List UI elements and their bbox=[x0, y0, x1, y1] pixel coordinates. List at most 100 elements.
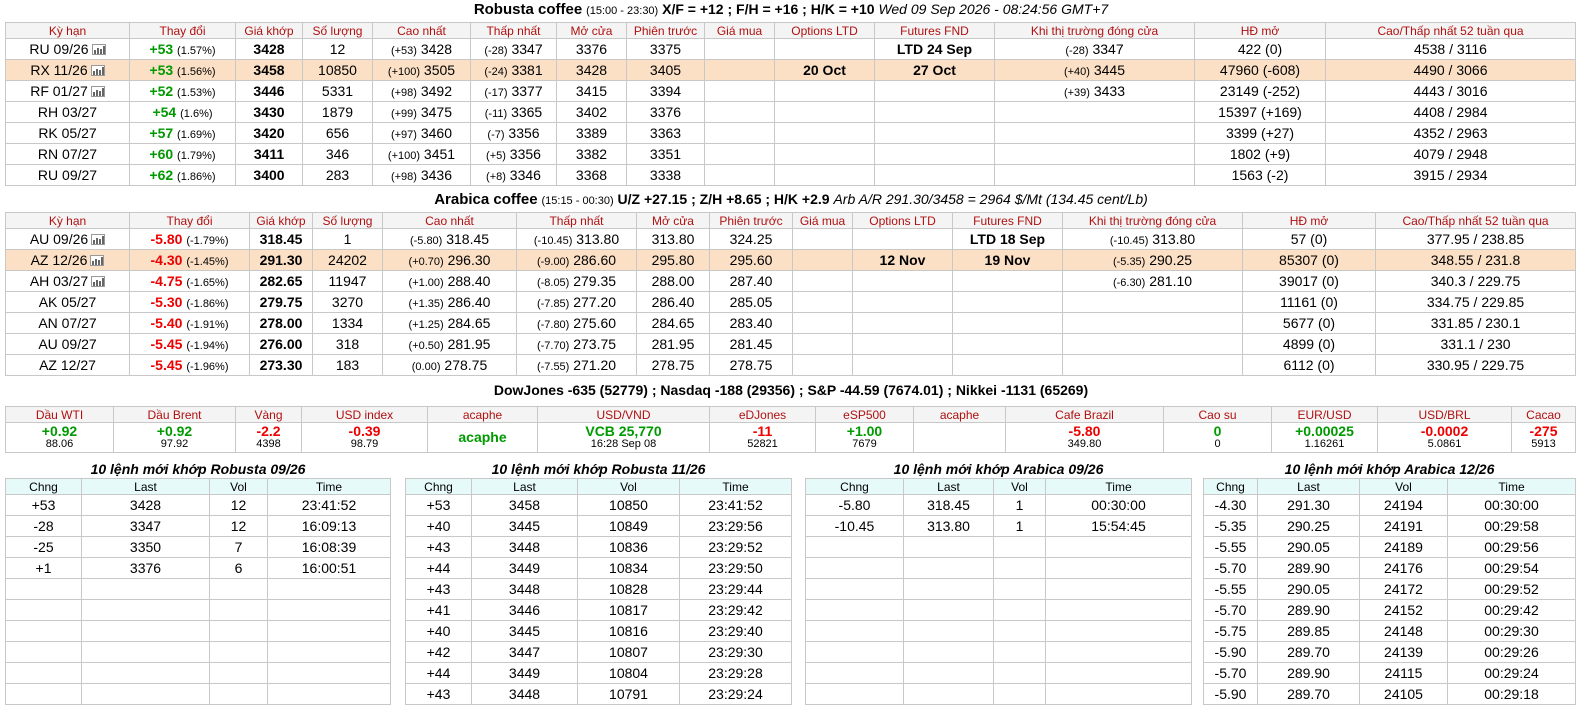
contract-row[interactable]: RH 03/27 +54 (1.6%) 3430 1879 (+99) 3475 (-11… bbox=[5, 101, 1576, 123]
bar-chart-icon[interactable] bbox=[91, 276, 106, 287]
contract-row[interactable]: AN 07/27 -5.40 (-1.91%) 278.00 1334 (+1.25) … bbox=[5, 312, 1576, 334]
open-price: 295.80 bbox=[636, 249, 710, 271]
price-change: -5.30 (-1.86%) bbox=[129, 291, 250, 313]
last-price: 279.75 bbox=[249, 291, 313, 313]
contract-term[interactable]: AZ 12/27 bbox=[5, 354, 130, 376]
bar-chart-icon[interactable] bbox=[90, 86, 105, 97]
trade-volume: 24194 bbox=[1359, 494, 1448, 516]
contract-term-label: AU 09/26 bbox=[29, 231, 89, 247]
contract-term[interactable]: RX 11/26 bbox=[5, 59, 130, 81]
contract-term[interactable]: AN 07/27 bbox=[5, 312, 130, 334]
market-close-price-delta: (-5.35) bbox=[1112, 256, 1146, 268]
high-price: (+53) 3428 bbox=[372, 38, 471, 60]
contract-row[interactable]: AH 03/27 -4.75 (-1.65%) 282.65 11947 (+1.00)… bbox=[5, 270, 1576, 292]
column-header: Cao/Thấp nhất 52 tuần qua bbox=[1375, 212, 1576, 229]
trade-row: -10.45 313.80 1 15:54:45 bbox=[805, 515, 1193, 537]
futures-fnd bbox=[952, 291, 1063, 313]
trade-row: -5.70 289.90 24115 00:29:24 bbox=[1203, 662, 1577, 684]
contract-term[interactable]: RN 07/27 bbox=[5, 143, 130, 165]
contract-row[interactable]: AK 05/27 -5.30 (-1.86%) 279.75 3270 (+1.35) … bbox=[5, 291, 1576, 313]
contract-term[interactable]: RU 09/26 bbox=[5, 38, 130, 60]
low-price-delta: (-10.45) bbox=[533, 235, 573, 247]
contract-term[interactable]: AU 09/26 bbox=[5, 228, 130, 250]
market-name: USD/BRL bbox=[1377, 406, 1512, 423]
market-cell: +0.92 97.92 bbox=[113, 422, 236, 453]
trade-row: -5.55 290.05 24172 00:29:52 bbox=[1203, 578, 1577, 600]
price-change: -5.45 (-1.96%) bbox=[129, 354, 250, 376]
trade-row: +43 3448 10836 23:29:52 bbox=[405, 536, 793, 558]
trade-change: -5.70 bbox=[1203, 599, 1258, 621]
contract-row[interactable]: AU 09/27 -5.45 (-1.94%) 276.00 318 (+0.50) 2… bbox=[5, 333, 1576, 355]
previous-close: 3338 bbox=[626, 164, 705, 186]
contract-term[interactable]: RH 03/27 bbox=[5, 101, 130, 123]
column-header: Thay đổi bbox=[129, 212, 250, 229]
trade-volume: 24172 bbox=[1359, 578, 1448, 600]
market-value: 88.06 bbox=[45, 437, 74, 450]
last-price: 3430 bbox=[235, 101, 303, 123]
trade-row: +53 3458 10850 23:41:52 bbox=[405, 494, 793, 516]
market-name: Cao su bbox=[1163, 406, 1272, 423]
price-change-percent: (-1.65%) bbox=[186, 277, 229, 289]
column-header: Options LTD bbox=[774, 22, 875, 39]
trade-volume: 24152 bbox=[1359, 599, 1448, 621]
bar-chart-icon[interactable] bbox=[91, 234, 106, 245]
contract-row[interactable]: RF 01/27 +52 (1.53%) 3446 5331 (+98) 3492 (-1… bbox=[5, 80, 1576, 102]
market-close-price: (-6.30) 281.10 bbox=[1062, 270, 1243, 292]
contract-term[interactable]: RF 01/27 bbox=[5, 80, 130, 102]
contract-term[interactable]: RU 09/27 bbox=[5, 164, 130, 186]
contract-row[interactable]: RK 05/27 +57 (1.69%) 3420 656 (+97) 3460 (-7)… bbox=[5, 122, 1576, 144]
trade-change bbox=[5, 620, 82, 642]
trade-time bbox=[267, 641, 391, 663]
trade-volume: 12 bbox=[209, 515, 268, 537]
contract-term[interactable]: RK 05/27 bbox=[5, 122, 130, 144]
trade-row: +44 3449 10804 23:29:28 bbox=[405, 662, 793, 684]
price-change: +54 (1.6%) bbox=[129, 101, 236, 123]
trade-volume bbox=[209, 683, 268, 705]
contract-term[interactable]: AK 05/27 bbox=[5, 291, 130, 313]
contract-row[interactable]: AU 09/26 -5.80 (-1.79%) 318.45 1 (-5.80) 318… bbox=[5, 228, 1576, 250]
market-close-price-value: 3445 bbox=[1093, 62, 1126, 78]
trades-column-header: Chng bbox=[1203, 478, 1258, 495]
trade-time: 16:00:51 bbox=[267, 557, 391, 579]
trade-time: 23:29:56 bbox=[678, 515, 793, 537]
contract-term[interactable]: AU 09/27 bbox=[5, 333, 130, 355]
bar-chart-icon[interactable] bbox=[91, 44, 106, 55]
trade-volume bbox=[993, 662, 1046, 684]
bar-chart-icon[interactable] bbox=[90, 65, 105, 76]
contract-row[interactable]: RN 07/27 +60 (1.79%) 3411 346 (+100) 3451 (+5… bbox=[5, 143, 1576, 165]
bid-price bbox=[704, 59, 775, 81]
market-close-price: (+40) 3445 bbox=[994, 59, 1195, 81]
contract-row[interactable]: RU 09/27 +62 (1.86%) 3400 283 (+98) 3436 (+8)… bbox=[5, 164, 1576, 186]
contract-row[interactable]: RX 11/26 +53 (1.56%) 3458 10850 (+100) 3505(… bbox=[5, 59, 1576, 81]
robusta-title-spreads: X/F = +12 ; F/H = +16 ; H/K = +10 bbox=[662, 1, 875, 17]
trade-volume: 24139 bbox=[1359, 641, 1448, 663]
robusta-quotes-table: Kỳ hạn Thay đổi Giá khớp Số lượng Cao nhất Th… bbox=[5, 22, 1576, 186]
bar-chart-icon[interactable] bbox=[90, 255, 105, 266]
low-price: (-10.45) 313.80 bbox=[516, 228, 637, 250]
open-price: 3368 bbox=[556, 164, 627, 186]
trade-row bbox=[805, 557, 1193, 579]
trade-change: -25 bbox=[5, 536, 82, 558]
market-cell[interactable]: acaphe bbox=[427, 422, 538, 453]
market-change: +0.00025 bbox=[1295, 422, 1354, 439]
contract-row[interactable]: AZ 12/26 -4.30 (-1.45%) 291.30 24202 (+0.70)… bbox=[5, 249, 1576, 271]
trade-time bbox=[1044, 662, 1193, 684]
market-name: USD index bbox=[301, 406, 428, 423]
contract-term[interactable]: AH 03/27 bbox=[5, 270, 130, 292]
trade-last: 289.70 bbox=[1257, 683, 1360, 705]
high-price: (-5.80) 318.45 bbox=[382, 228, 517, 250]
column-header: Giá khớp bbox=[235, 22, 303, 39]
market-cell[interactable] bbox=[913, 422, 1006, 453]
last-price: 3446 bbox=[235, 80, 303, 102]
market-change[interactable]: acaphe bbox=[429, 430, 537, 444]
trade-last bbox=[81, 599, 210, 621]
last-price: 3400 bbox=[235, 164, 303, 186]
contract-row[interactable]: AZ 12/27 -5.45 (-1.96%) 273.30 183 (0.00) 27… bbox=[5, 354, 1576, 376]
trade-last: 290.05 bbox=[1257, 536, 1360, 558]
contract-term[interactable]: AZ 12/26 bbox=[5, 249, 130, 271]
high-price-delta: (+1.00) bbox=[408, 277, 444, 289]
low-price-value: 273.75 bbox=[573, 336, 617, 352]
market-value: 5.0861 bbox=[1427, 437, 1462, 450]
contract-row[interactable]: RU 09/26 +53 (1.57%) 3428 12 (+53) 3428 (-28)… bbox=[5, 38, 1576, 60]
open-interest: 1802 (+9) bbox=[1194, 143, 1326, 165]
